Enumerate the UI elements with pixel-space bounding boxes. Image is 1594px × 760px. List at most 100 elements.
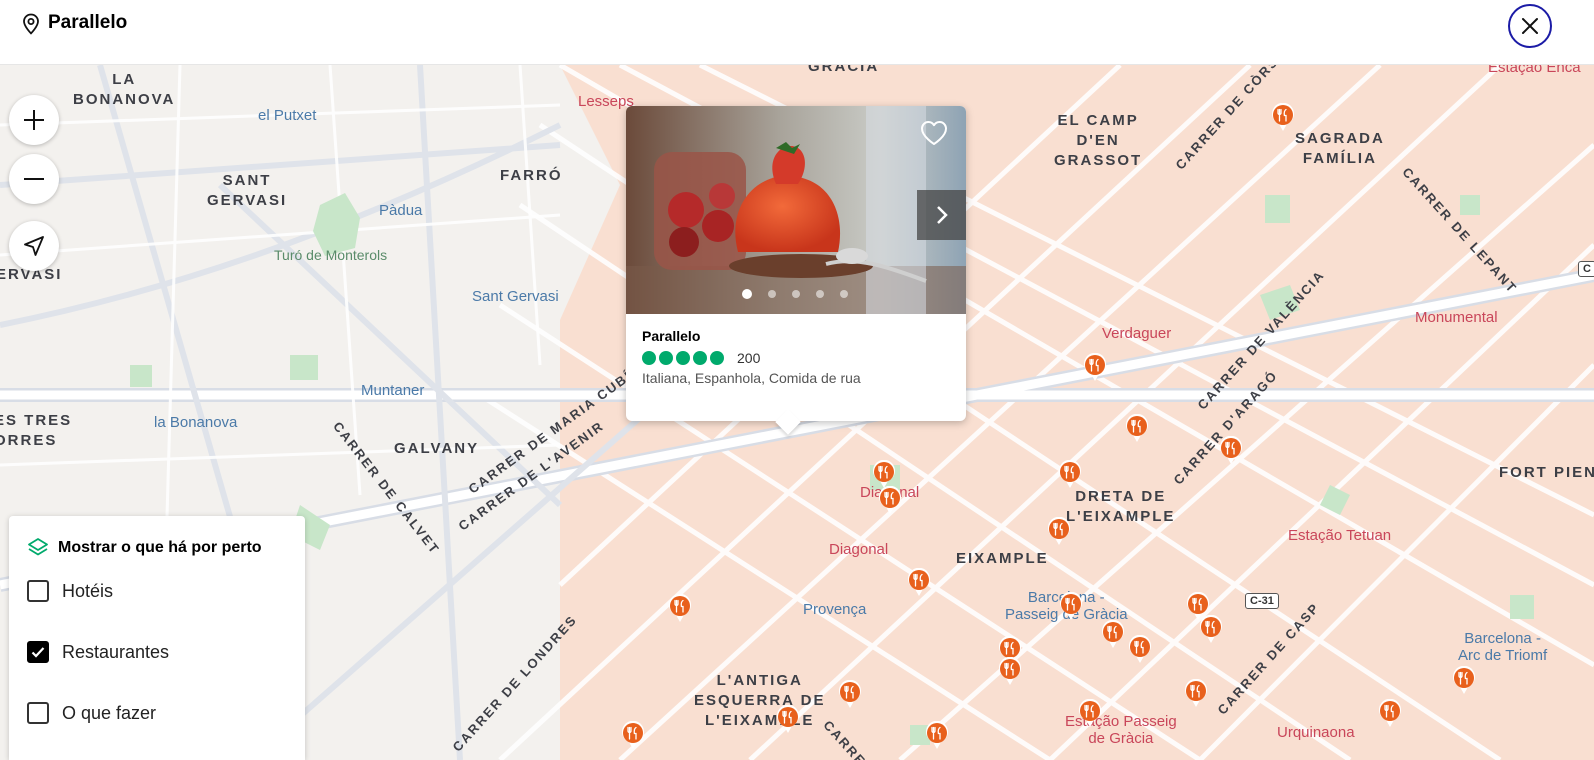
zoom-out-button[interactable]: [9, 154, 59, 204]
area-line: L'EIXAMPLE: [1066, 508, 1176, 525]
area-label: L'ANTIGA ESQUERRA DE L'EIXAMPLE: [694, 671, 825, 731]
metro-line: de Gràcia: [1088, 730, 1154, 747]
restaurant-marker-icon[interactable]: [1128, 635, 1152, 665]
minus-icon: [24, 178, 44, 180]
restaurant-marker-icon[interactable]: [1125, 414, 1149, 444]
photo-dot[interactable]: [816, 290, 824, 298]
station-label: Muntaner: [361, 382, 425, 399]
station-line: Barcelona -: [1464, 630, 1541, 647]
photo-dot[interactable]: [768, 290, 776, 298]
dessert-photo-illustration: [626, 106, 966, 314]
restaurant-card[interactable]: Parallelo 200 Italiana, Espanhola, Comid…: [626, 106, 966, 435]
area-line: SANT: [222, 172, 272, 189]
restaurant-marker-icon[interactable]: [1101, 620, 1125, 650]
area-label: SAGRADA FAMÍLIA: [1295, 129, 1385, 169]
restaurant-marker-icon[interactable]: [621, 721, 645, 751]
filter-label: Hotéis: [62, 580, 114, 601]
filter-label: Restaurantes: [62, 641, 170, 662]
area-label: EL CAMP D'EN GRASSOT: [1054, 111, 1142, 171]
metro-label: Urquinaona: [1277, 724, 1355, 741]
hotels-checkbox[interactable]: [27, 580, 49, 602]
station-label: el Putxet: [258, 107, 317, 124]
area-line: FAMÍLIA: [1302, 150, 1377, 167]
restaurant-marker-icon[interactable]: [1199, 615, 1223, 645]
restaurant-marker-icon[interactable]: [838, 680, 862, 710]
station-label: Pàdua: [379, 202, 423, 219]
header-bar: Parallelo: [0, 0, 1594, 65]
area-label: SANT GERVASI: [207, 171, 287, 211]
cuisine-text: Italiana, Espanhola, Comida de rua: [642, 370, 861, 386]
chevron-right-icon: [936, 206, 948, 224]
station-label: Provença: [803, 601, 867, 618]
restaurant-marker-icon[interactable]: [878, 486, 902, 516]
area-label: LA BONANOVA: [73, 70, 175, 110]
area-line: ESQUERRA DE: [694, 692, 826, 709]
area-label: FARRÓ: [500, 167, 563, 184]
rating-bubble: [642, 351, 656, 365]
restaurant-marker-icon[interactable]: [776, 705, 800, 735]
filter-things-to-do[interactable]: O que fazer: [27, 702, 156, 724]
filter-label: O que fazer: [62, 702, 157, 723]
restaurant-marker-icon[interactable]: [1219, 436, 1243, 466]
restaurant-marker-icon[interactable]: [1047, 517, 1071, 547]
location-pin-icon: [23, 13, 39, 35]
area-line: GRASSOT: [1054, 152, 1143, 169]
restaurant-marker-icon[interactable]: [1184, 679, 1208, 709]
nearby-header: Mostrar o que há por perto: [27, 537, 262, 559]
metro-label: Monumental: [1415, 309, 1498, 326]
photo-dot[interactable]: [792, 290, 800, 298]
station-line: Arc de Triomf: [1458, 647, 1548, 664]
rating-bubble: [693, 351, 707, 365]
nearby-title: Mostrar o que há por perto: [58, 539, 262, 556]
restaurant-name[interactable]: Parallelo: [642, 328, 700, 344]
area-line: BONANOVA: [73, 91, 176, 108]
metro-label: Lesseps: [578, 93, 634, 110]
restaurant-marker-icon[interactable]: [1059, 592, 1083, 622]
page-title: Parallelo: [48, 12, 128, 33]
road-badge: C-31: [1245, 593, 1279, 609]
restaurant-marker-icon[interactable]: [925, 721, 949, 751]
metro-label: Diagonal: [829, 541, 889, 558]
park-label: Turó de Monterols: [274, 247, 388, 263]
area-line: LA: [112, 71, 137, 88]
area-line: D'EN: [1076, 132, 1120, 149]
restaurant-marker-icon[interactable]: [1083, 353, 1107, 383]
area-label: ES TRES ORRES: [0, 411, 72, 451]
area-line: ORRES: [0, 432, 58, 449]
filter-restaurants[interactable]: Restaurantes: [27, 641, 169, 663]
area-label: FORT PIENC: [1499, 464, 1594, 481]
checkmark-icon: [31, 647, 45, 658]
restaurant-marker-icon[interactable]: [998, 657, 1022, 687]
zoom-in-button[interactable]: [9, 95, 59, 145]
restaurant-marker-icon[interactable]: [1271, 103, 1295, 133]
heart-icon[interactable]: [920, 120, 948, 146]
restaurant-marker-icon[interactable]: [668, 594, 692, 624]
photo-dot[interactable]: [840, 290, 848, 298]
restaurant-marker-icon[interactable]: [1078, 699, 1102, 729]
restaurant-marker-icon[interactable]: [907, 568, 931, 598]
restaurant-marker-icon[interactable]: [1452, 666, 1476, 696]
things-to-do-checkbox[interactable]: [27, 702, 49, 724]
layers-icon: [28, 538, 48, 556]
restaurant-marker-icon[interactable]: [1378, 699, 1402, 729]
station-label: la Bonanova: [154, 414, 238, 431]
restaurant-marker-icon[interactable]: [1058, 460, 1082, 490]
restaurant-photo[interactable]: [626, 106, 966, 314]
next-photo-button[interactable]: [917, 190, 966, 240]
rating-bubble: [710, 351, 724, 365]
rating-row: 200: [642, 350, 760, 366]
photo-dot[interactable]: [742, 289, 752, 299]
photo-pagination-dots: [742, 289, 848, 299]
area-line: ES TRES: [0, 412, 73, 429]
station-label: Barcelona - Arc de Triomf: [1458, 630, 1547, 664]
navigation-arrow-icon: [24, 236, 44, 256]
area-line: L'ANTIGA: [716, 672, 803, 689]
close-button[interactable]: [1508, 4, 1552, 48]
area-line: DRETA DE: [1075, 488, 1167, 505]
filter-hotels[interactable]: Hotéis: [27, 580, 113, 602]
restaurants-checkbox[interactable]: [27, 641, 49, 663]
nearby-panel: Mostrar o que há por perto Hotéis Restau…: [9, 516, 305, 760]
my-location-button[interactable]: [9, 221, 59, 271]
area-label: GALVANY: [394, 440, 480, 457]
review-count: 200: [737, 350, 761, 366]
